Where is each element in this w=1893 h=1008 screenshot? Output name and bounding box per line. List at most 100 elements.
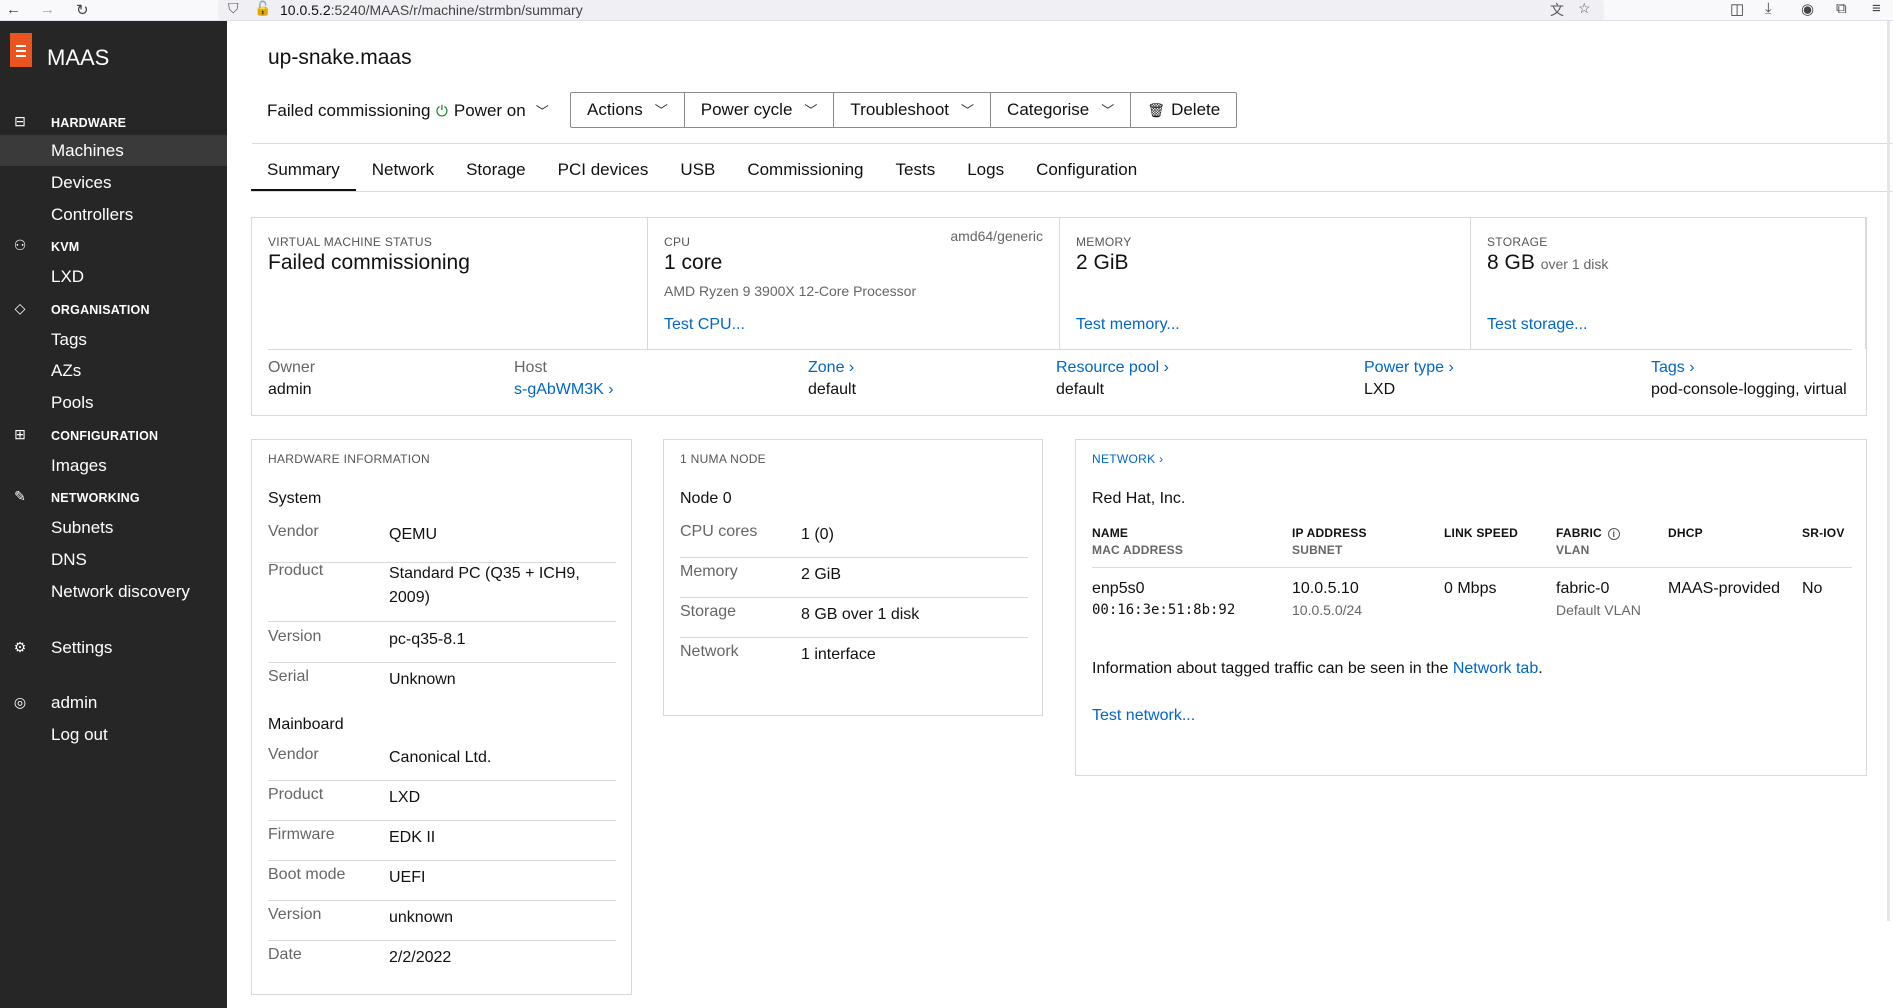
resource-pool-link[interactable]: Resource pool › xyxy=(1056,359,1169,377)
tab-network[interactable]: Network xyxy=(356,152,450,192)
zone-link[interactable]: Zone › xyxy=(808,359,856,377)
test-cpu-link[interactable]: Test CPU... xyxy=(664,316,745,334)
interface-name-cell: enp5s0 00:16:3e:51:8b:92 xyxy=(1092,580,1236,618)
power-cycle-button[interactable]: Power cycle ﹀ xyxy=(685,93,835,127)
bookmark-star-icon[interactable]: ☆ xyxy=(1578,0,1591,17)
sidebar-item-machines[interactable]: Machines xyxy=(0,135,227,166)
sidebar-item-network-discovery[interactable]: Network discovery xyxy=(0,576,227,607)
sidebar-item-azs[interactable]: AZs xyxy=(0,355,227,386)
test-memory-link[interactable]: Test memory... xyxy=(1076,316,1180,334)
configuration-icon: ⊞ xyxy=(14,426,26,442)
sidebar-item-tags[interactable]: Tags xyxy=(0,324,227,355)
numa-memory-row: Memory 2 GiB xyxy=(680,563,1028,598)
network-vendor: Red Hat, Inc. xyxy=(1092,490,1186,507)
page-scrollbar[interactable] xyxy=(1887,21,1890,921)
extensions-icon[interactable]: ⧉ xyxy=(1836,0,1847,17)
cpu-model: AMD Ryzen 9 3900X 12-Core Processor xyxy=(664,283,917,299)
tab-commissioning[interactable]: Commissioning xyxy=(731,152,879,192)
forward-icon[interactable]: → xyxy=(40,1,55,18)
test-storage-link[interactable]: Test storage... xyxy=(1487,316,1588,334)
test-network-link[interactable]: Test network... xyxy=(1092,707,1195,725)
networking-icon: ✎ xyxy=(14,488,26,504)
sidebar-item-images[interactable]: Images xyxy=(0,450,227,481)
header-divider xyxy=(252,143,1892,144)
mainboard-boot-mode-row: Boot mode UEFI xyxy=(268,866,616,901)
tab-tests[interactable]: Tests xyxy=(880,152,952,192)
host-link[interactable]: s-gAbWM3K › xyxy=(514,381,614,399)
mainboard-vendor-row: Vendor Canonical Ltd. xyxy=(268,746,616,781)
network-card: NETWORK › Red Hat, Inc. NAME MAC ADDRESS … xyxy=(1075,439,1867,776)
power-type-link[interactable]: Power type › xyxy=(1364,359,1454,377)
back-icon[interactable]: ← xyxy=(6,1,21,18)
storage-label: STORAGE xyxy=(1487,235,1548,249)
actions-button[interactable]: Actions ﹀ xyxy=(571,93,685,127)
delete-button[interactable]: 🗑 Delete xyxy=(1131,93,1236,127)
network-title-link[interactable]: NETWORK › xyxy=(1092,452,1163,466)
url-bar[interactable]: ⛉ 🔓 10.0.5.2:5240/MAAS/r/machine/strmbn/… xyxy=(218,0,1604,20)
chevron-down-icon: ﹀ xyxy=(804,103,818,118)
page-title: up-snake.maas xyxy=(268,46,412,69)
tab-storage[interactable]: Storage xyxy=(450,152,542,192)
zone-field: Zone › default xyxy=(808,359,857,398)
col-speed-header: LINK SPEED xyxy=(1444,526,1519,540)
sidebar-item-dns[interactable]: DNS xyxy=(0,544,227,575)
info-icon[interactable]: i xyxy=(1607,528,1620,540)
storage-panel: STORAGE 8 GB over 1 disk Test storage... xyxy=(1471,218,1866,349)
power-label: Power on xyxy=(453,101,526,120)
tab-pci-devices[interactable]: PCI devices xyxy=(542,152,665,192)
menu-icon[interactable]: ≡ xyxy=(1872,0,1881,17)
chevron-down-icon: ﹀ xyxy=(654,103,668,118)
brand-name[interactable]: MAAS xyxy=(47,45,109,71)
troubleshoot-button[interactable]: Troubleshoot ﹀ xyxy=(834,93,992,127)
col-sriov-header: SR-IOV xyxy=(1802,526,1845,540)
network-table-divider xyxy=(1092,567,1852,568)
mainboard-product-row: Product LXD xyxy=(268,786,616,821)
tab-configuration[interactable]: Configuration xyxy=(1020,152,1153,192)
url-text: 10.0.5.2:5240/MAAS/r/machine/strmbn/summ… xyxy=(280,2,583,18)
sidebar-item-settings[interactable]: Settings xyxy=(0,632,227,663)
power-on-icon: ⏻ xyxy=(436,103,448,120)
tags-link[interactable]: Tags › xyxy=(1651,359,1847,377)
sidebar-item-subnets[interactable]: Subnets xyxy=(0,512,227,543)
vm-status-panel: VIRTUAL MACHINE STATUS Failed commission… xyxy=(252,218,648,349)
sidebar-item-pools[interactable]: Pools xyxy=(0,387,227,418)
download-icon[interactable]: ⤓ xyxy=(1765,0,1772,17)
tab-usb[interactable]: USB xyxy=(664,152,731,192)
col-fabric-header: FABRIC i VLAN xyxy=(1556,526,1620,557)
maas-logo[interactable] xyxy=(10,33,32,67)
power-dropdown[interactable]: ⏻ Power on ﹀ xyxy=(436,101,549,121)
col-dhcp-header: DHCP xyxy=(1668,526,1703,540)
insecure-lock-icon[interactable]: 🔓 xyxy=(254,0,271,17)
pocket-icon[interactable]: ◫ xyxy=(1730,0,1744,18)
sriov-cell: No xyxy=(1802,580,1823,597)
tagged-traffic-info: Information about tagged traffic can be … xyxy=(1092,660,1543,677)
tab-summary[interactable]: Summary xyxy=(251,152,356,192)
overview-divider xyxy=(268,349,1852,350)
hardware-info-title: HARDWARE INFORMATION xyxy=(268,452,430,466)
system-serial-row: Serial Unknown xyxy=(268,668,456,688)
sidebar-item-lxd[interactable]: LXD xyxy=(0,261,227,292)
sidebar-item-logout[interactable]: Log out xyxy=(0,719,227,750)
memory-label: MEMORY xyxy=(1076,235,1132,249)
categorise-button[interactable]: Categorise ﹀ xyxy=(991,93,1132,127)
tag-icon: ◇ xyxy=(14,300,26,316)
cpu-panel: CPU amd64/generic 1 core AMD Ryzen 9 390… xyxy=(648,218,1060,349)
numa-network-row: Network 1 interface xyxy=(680,643,876,663)
network-tab-link[interactable]: Network tab xyxy=(1453,660,1538,677)
sidebar-item-controllers[interactable]: Controllers xyxy=(0,199,227,230)
account-icon[interactable]: ◉ xyxy=(1801,0,1814,18)
numa-card: 1 NUMA NODE Node 0 CPU cores 1 (0) Memory… xyxy=(663,439,1043,716)
tab-logs[interactable]: Logs xyxy=(951,152,1020,192)
vm-status-value: Failed commissioning xyxy=(268,251,470,274)
sidebar-item-devices[interactable]: Devices xyxy=(0,167,227,198)
kvm-icon: ⚇ xyxy=(13,237,27,253)
translate-icon[interactable]: 文 xyxy=(1550,0,1564,20)
vm-status-label: VIRTUAL MACHINE STATUS xyxy=(268,235,433,249)
cpu-arch: amd64/generic xyxy=(950,228,1043,244)
section-hardware: HARDWARE xyxy=(51,116,127,130)
cpu-value: 1 core xyxy=(664,251,723,274)
reload-icon[interactable]: ↻ xyxy=(76,1,89,19)
shield-icon[interactable]: ⛉ xyxy=(228,0,239,17)
col-name-header: NAME MAC ADDRESS xyxy=(1092,526,1184,557)
sidebar-item-admin[interactable]: admin xyxy=(0,687,227,718)
